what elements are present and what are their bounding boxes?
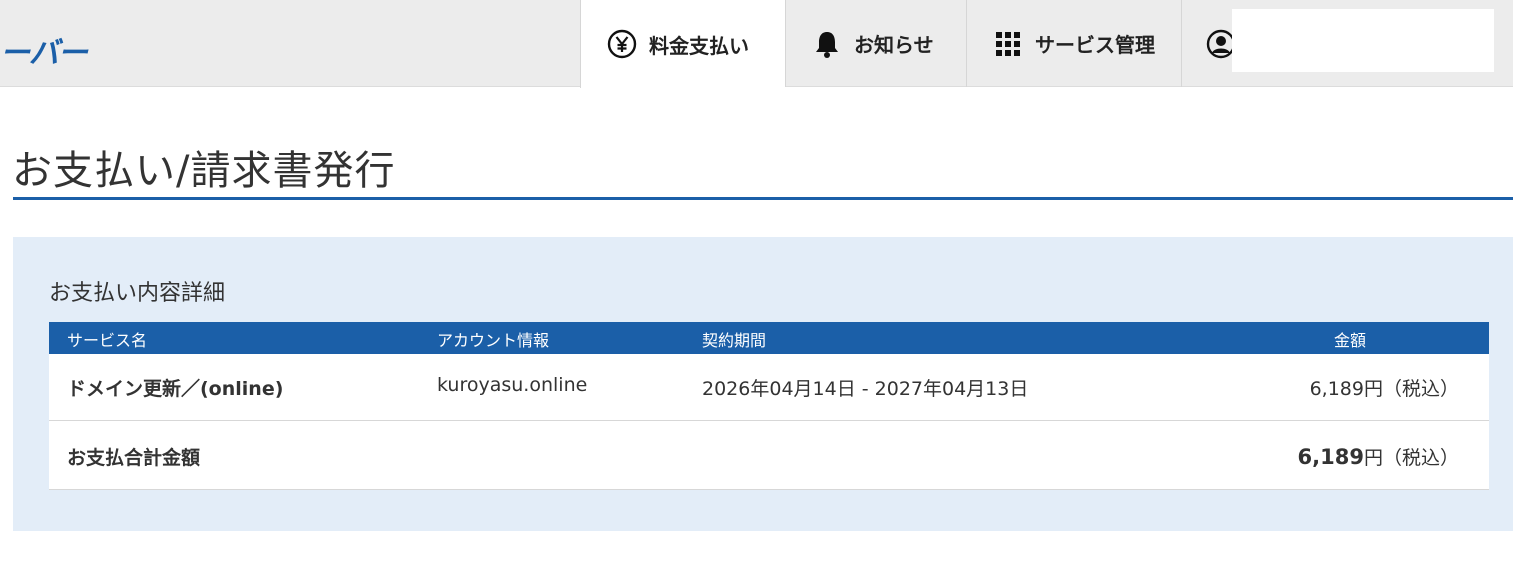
contract-period: 2026年04月14日 - 2027年04月13日 <box>702 378 1029 400</box>
total-amount: 6,189円（税込） <box>1298 443 1459 470</box>
bell-icon <box>812 29 842 59</box>
column-header-amount: 金額 <box>1334 331 1367 350</box>
total-amount-suffix: 円（税込） <box>1363 447 1459 469</box>
nav-item-label: お知らせ <box>854 33 934 57</box>
nav-item-label: 料金支払い <box>649 33 749 58</box>
column-header-account: アカウント情報 <box>437 331 550 350</box>
logo[interactable]: ーバー <box>0 28 88 72</box>
panel-heading: お支払い内容詳細 <box>49 281 226 306</box>
nav-item-billing[interactable]: 料金支払い <box>580 0 785 88</box>
nav-item-service-management[interactable]: サービス管理 <box>966 0 1181 87</box>
total-row: お支払合計金額 6,189円（税込） <box>49 421 1489 490</box>
account-info: kuroyasu.online <box>437 374 588 396</box>
amount: 6,189円（税込） <box>1309 378 1459 400</box>
top-bar: ーバー 料金支払い お知らせ サービス管理 <box>0 0 1513 88</box>
total-amount-number: 6,189 <box>1297 445 1364 469</box>
grid-icon <box>993 29 1023 59</box>
payment-detail-panel: お支払い内容詳細 サービス名 アカウント情報 契約期間 金額 ドメイン更新／(o… <box>13 237 1513 531</box>
title-divider <box>13 197 1513 200</box>
table-header: サービス名 アカウント情報 契約期間 金額 <box>49 322 1489 354</box>
column-header-service: サービス名 <box>67 331 148 350</box>
nav-item-account[interactable] <box>1181 0 1236 87</box>
payment-table: サービス名 アカウント情報 契約期間 金額 ドメイン更新／(online) ku… <box>49 322 1489 490</box>
yen-icon <box>607 29 637 59</box>
total-label: お支払合計金額 <box>67 447 201 469</box>
page-title: お支払い/請求書発行 <box>12 148 396 194</box>
nav-item-label: サービス管理 <box>1035 33 1155 57</box>
user-info-box[interactable] <box>1232 9 1494 72</box>
nav-item-notices[interactable]: お知らせ <box>785 0 966 87</box>
column-header-period: 契約期間 <box>702 331 767 350</box>
main-nav: 料金支払い お知らせ サービス管理 <box>580 0 1236 88</box>
table-row: ドメイン更新／(online) kuroyasu.online 2026年04月… <box>49 354 1489 421</box>
service-name: ドメイン更新／(online) <box>67 378 284 400</box>
